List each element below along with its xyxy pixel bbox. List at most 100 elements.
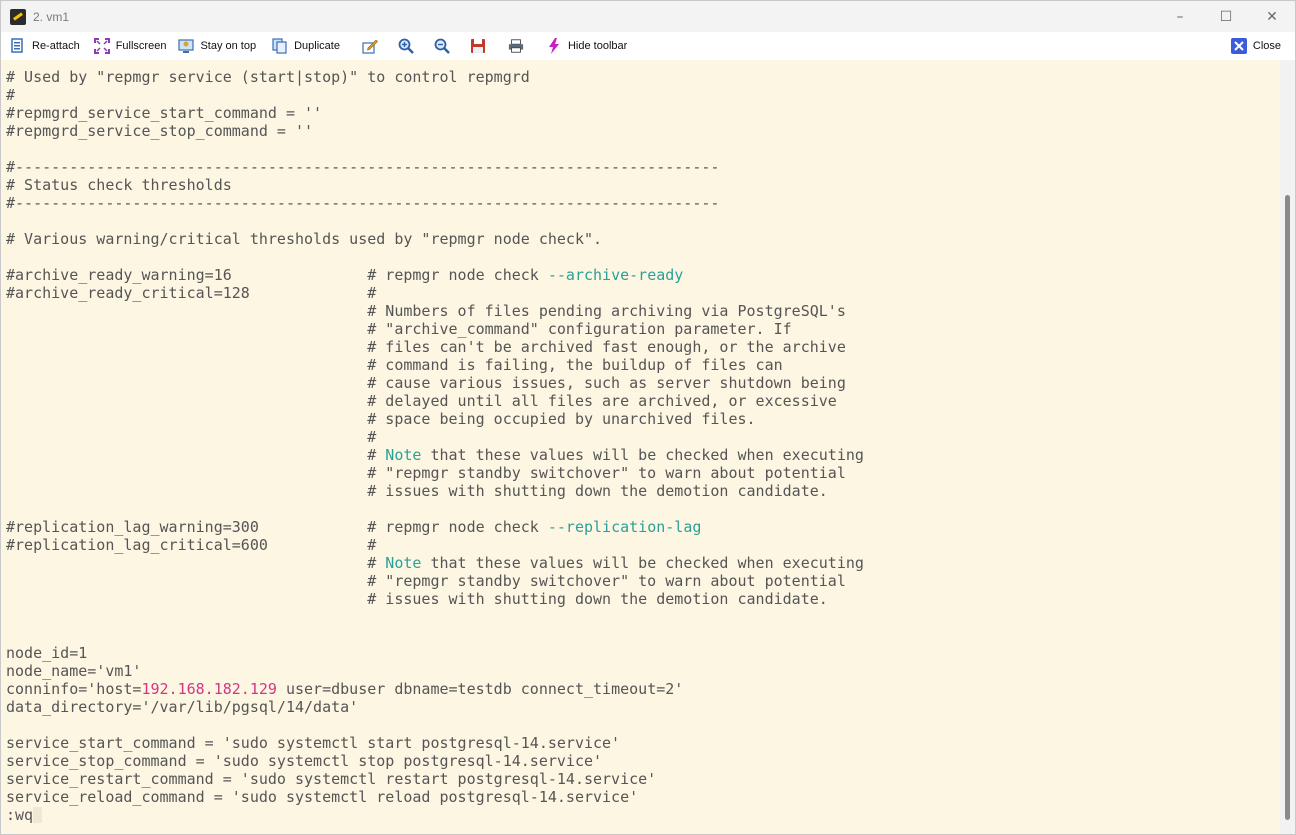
terminal-line: # Note that these values will be checked… [6,446,1282,464]
vertical-scrollbar[interactable] [1280,60,1295,834]
duplicate-button[interactable]: Duplicate [268,32,344,60]
terminal-text: # cause various issues, such as server s… [6,374,846,392]
terminal-text: # "repmgr standby switchover" to warn ab… [6,572,846,590]
terminal-line: # cause various issues, such as server s… [6,374,1282,392]
terminal-text: # Used by "repmgr service (start|stop)" … [6,68,530,86]
stay-on-top-label: Stay on top [200,40,257,52]
terminal-line: # issues with shutting down the demotion… [6,590,1282,608]
terminal-text: #replication_lag_warning=300 # repmgr no… [6,518,548,536]
close-label: Close [1252,40,1281,52]
hide-toolbar-button[interactable]: Hide toolbar [542,32,631,60]
print-icon [508,38,524,54]
command-text: :wq [6,806,34,824]
terminal-text: data_directory='/var/lib/pgsql/14/data' [6,698,359,716]
terminal-line: #repmgrd_service_start_command = '' [6,104,1282,122]
close-button[interactable]: Close [1227,32,1285,60]
terminal-text: conninfo='host= [6,680,142,698]
terminal-line: #---------------------------------------… [6,194,1282,212]
terminal-text: # space being occupied by unarchived fil… [6,410,756,428]
terminal-line: # Used by "repmgr service (start|stop)" … [6,68,1282,86]
terminal-text: --archive-ready [547,266,684,284]
terminal-text: # Numbers of files pending archiving via… [6,302,846,320]
terminal-text: Note [385,446,422,464]
terminal-text: #archive_ready_critical=128 # [6,284,377,302]
print-button[interactable] [504,32,534,60]
terminal-text: #---------------------------------------… [6,158,720,176]
edit-button[interactable] [358,32,388,60]
command-line[interactable]: :wq [6,806,1282,824]
maximize-button[interactable]: ☐ [1203,1,1249,32]
terminal-text: # "archive_command" configuration parame… [6,320,792,338]
save-icon [470,38,486,54]
text-cursor [33,807,43,823]
terminal-content[interactable]: # Used by "repmgr service (start|stop)" … [1,60,1282,834]
terminal-line: # "repmgr standby switchover" to warn ab… [6,464,1282,482]
zoom-out-button[interactable] [430,32,460,60]
terminal-line: node_name='vm1' [6,662,1282,680]
terminal-line: # Various warning/critical thresholds us… [6,230,1282,248]
fullscreen-label: Fullscreen [115,40,167,52]
terminal-text: # issues with shutting down the demotion… [6,482,828,500]
stay-on-top-icon [178,38,195,54]
terminal-text: # issues with shutting down the demotion… [6,590,828,608]
terminal-text: # files can't be archived fast enough, o… [6,338,846,356]
terminal-line: # Status check thresholds [6,176,1282,194]
terminal-text: # "repmgr standby switchover" to warn ab… [6,464,846,482]
close-icon [1230,38,1247,54]
terminal-text: 192.168.182.129 [141,680,277,698]
terminal-text: Note [385,554,422,572]
terminal-text: --replication-lag [547,518,702,536]
reattach-button[interactable]: Re-attach [6,32,84,60]
terminal-line: # issues with shutting down the demotion… [6,482,1282,500]
terminal-line: # Numbers of files pending archiving via… [6,302,1282,320]
duplicate-label: Duplicate [294,40,340,52]
fullscreen-icon [93,38,110,54]
zoom-out-icon [434,38,450,54]
stay-on-top-button[interactable]: Stay on top [174,32,260,60]
terminal-text: service_restart_command = 'sudo systemct… [6,770,657,788]
scrollbar-thumb[interactable] [1285,195,1290,820]
terminal-line: # delayed until all files are archived, … [6,392,1282,410]
terminal-line: # [6,428,1282,446]
terminal-line: # command is failing, the buildup of fil… [6,356,1282,374]
terminal-line: node_id=1 [6,644,1282,662]
terminal-text: #replication_lag_critical=600 # [6,536,377,554]
terminal-text: # command is failing, the buildup of fil… [6,356,783,374]
terminal-line: #replication_lag_critical=600 # [6,536,1282,554]
terminal-line: #---------------------------------------… [6,158,1282,176]
terminal-text: node_id=1 [6,644,88,662]
terminal-text: user=dbuser dbname=testdb connect_timeou… [276,680,684,698]
fullscreen-button[interactable]: Fullscreen [90,32,171,60]
terminal-line: # Note that these values will be checked… [6,554,1282,572]
terminal-text: # [6,446,386,464]
terminal-text: service_stop_command = 'sudo systemctl s… [6,752,603,770]
terminal-line: data_directory='/var/lib/pgsql/14/data' [6,698,1282,716]
terminal-text: #---------------------------------------… [6,194,720,212]
title-bar[interactable]: 2. vm1 – ☐ ✕ [1,1,1295,32]
terminal-text: # [6,554,386,572]
terminal-line: #replication_lag_warning=300 # repmgr no… [6,518,1282,536]
terminal-line: service_start_command = 'sudo systemctl … [6,734,1282,752]
zoom-in-button[interactable] [394,32,424,60]
window-title: 2. vm1 [33,9,70,24]
terminal-text: #repmgrd_service_start_command = '' [6,104,323,122]
window-controls: – ☐ ✕ [1157,1,1295,32]
terminal-text: # [6,428,377,446]
terminal-line: # files can't be archived fast enough, o… [6,338,1282,356]
terminal-line: #archive_ready_critical=128 # [6,284,1282,302]
terminal-line: conninfo='host=192.168.182.129 user=dbus… [6,680,1282,698]
terminal-text: # Status check thresholds [6,176,232,194]
close-window-button[interactable]: ✕ [1249,1,1295,32]
minimize-button[interactable]: – [1157,1,1203,32]
zoom-in-icon [398,38,414,54]
terminal-text: node_name='vm1' [6,662,142,680]
terminal-text: service_reload_command = 'sudo systemctl… [6,788,639,806]
save-button[interactable] [466,32,496,60]
terminal-text: that these values will be checked when e… [421,446,864,464]
